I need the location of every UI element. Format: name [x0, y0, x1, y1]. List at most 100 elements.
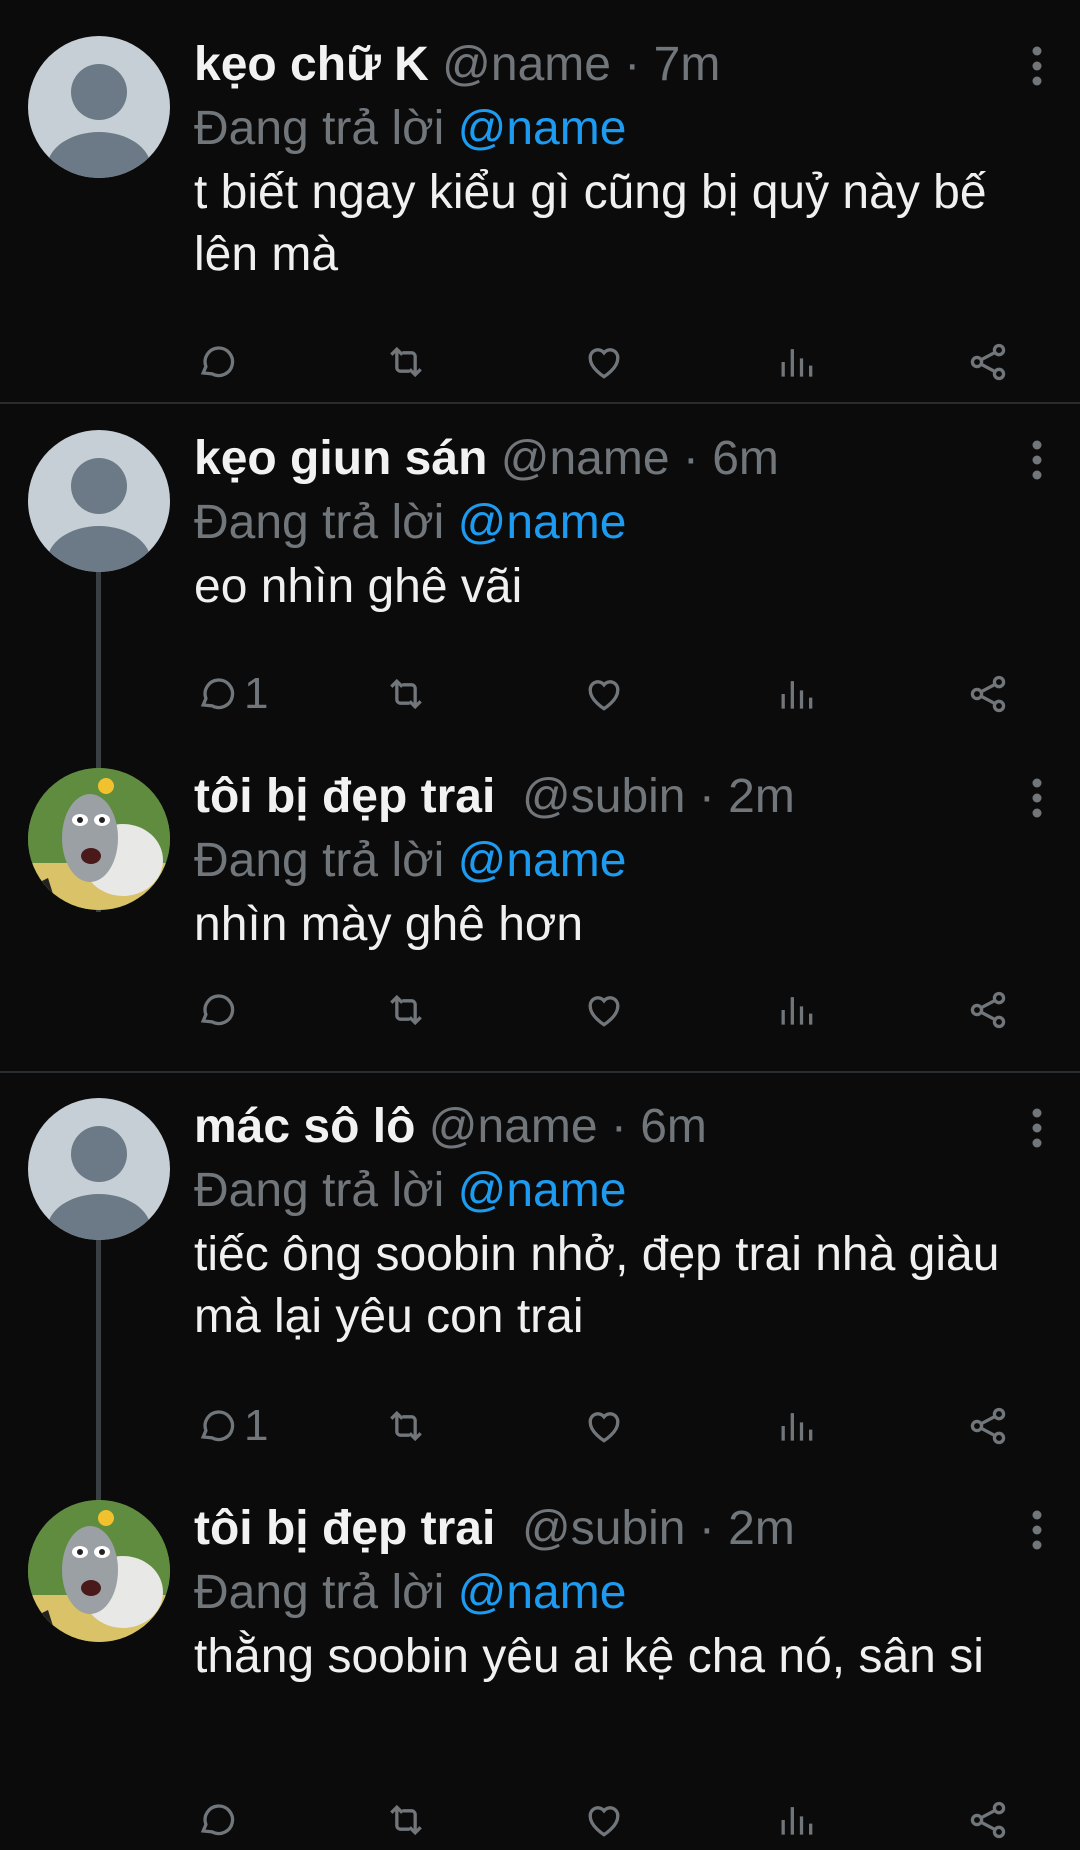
timestamp: 2m: [728, 1502, 795, 1555]
mention-link[interactable]: @name: [458, 102, 627, 155]
views-button[interactable]: [774, 664, 818, 724]
tweet-header: mác sô lô @name · 6m: [194, 1098, 707, 1156]
display-name[interactable]: kẹo giun sán: [194, 432, 487, 485]
reply-icon: [200, 1804, 235, 1836]
retweet-button[interactable]: [384, 332, 428, 392]
views-icon: [781, 997, 813, 1025]
more-icon[interactable]: [1030, 776, 1044, 825]
reply-count: 1: [244, 669, 269, 718]
share-button[interactable]: [966, 1396, 1010, 1456]
reply-button[interactable]: [194, 1790, 244, 1850]
views-button[interactable]: [774, 1396, 818, 1456]
tweet-header: kẹo giun sán @name · 6m: [194, 430, 779, 488]
heart-icon: [588, 680, 620, 711]
action-bar: [194, 332, 1014, 392]
retweet-button[interactable]: [384, 980, 428, 1040]
replying-to: Đang trả lời @name: [194, 832, 626, 890]
share-button[interactable]: [966, 980, 1010, 1040]
mention-link[interactable]: @name: [458, 1566, 627, 1619]
reply-icon: [200, 678, 235, 710]
retweet-icon: [390, 994, 422, 1026]
tweet-1[interactable]: kẹo chữ K @name · 7m Đang trả lời @name …: [0, 30, 1080, 400]
heart-icon: [588, 1806, 620, 1837]
like-button[interactable]: [582, 1790, 626, 1850]
reply-button[interactable]: 1: [194, 664, 268, 724]
replying-to: Đang trả lời @name: [194, 494, 626, 552]
reply-button[interactable]: [194, 332, 244, 392]
like-button[interactable]: [582, 1396, 626, 1456]
retweet-button[interactable]: [384, 1396, 428, 1456]
views-button[interactable]: [774, 332, 818, 392]
tweet-2[interactable]: kẹo giun sán @name · 6m Đang trả lời @na…: [0, 424, 1080, 912]
retweet-icon: [390, 346, 422, 378]
divider: [0, 1071, 1080, 1073]
share-icon: [970, 991, 1006, 1029]
reply-button[interactable]: [194, 980, 244, 1040]
replying-label: Đang trả lời: [194, 496, 445, 549]
avatar[interactable]: [28, 1500, 170, 1642]
avatar[interactable]: [28, 36, 170, 178]
replying-label: Đang trả lời: [194, 102, 445, 155]
replying-label: Đang trả lời: [194, 1566, 445, 1619]
tweet-4[interactable]: mác sô lô @name · 6m Đang trả lời @name …: [0, 1092, 1080, 1640]
mention-link[interactable]: @name: [458, 1164, 627, 1217]
retweet-button[interactable]: [384, 664, 428, 724]
views-button[interactable]: [774, 1790, 818, 1850]
display-name[interactable]: tôi bị đẹp trai: [194, 770, 495, 823]
heart-icon: [588, 348, 620, 379]
avatar[interactable]: [28, 1098, 170, 1240]
user-handle[interactable]: @name: [501, 432, 670, 485]
mention-link[interactable]: @name: [458, 834, 627, 887]
user-handle[interactable]: @name: [442, 38, 611, 91]
user-handle[interactable]: @subin: [522, 1502, 685, 1555]
share-button[interactable]: [966, 664, 1010, 724]
more-icon[interactable]: [1030, 1508, 1044, 1557]
more-icon[interactable]: [1030, 44, 1044, 93]
views-button[interactable]: [774, 980, 818, 1040]
tweet-5[interactable]: tôi bị đẹp trai @subin · 2m Đang trả lời…: [0, 1494, 1080, 1850]
divider: [0, 402, 1080, 404]
timestamp: 6m: [712, 432, 779, 485]
tweet-text: eo nhìn ghê vãi: [194, 560, 523, 613]
display-name[interactable]: tôi bị đẹp trai: [194, 1502, 495, 1555]
tweet-3[interactable]: tôi bị đẹp trai @subin · 2m Đang trả lời…: [0, 762, 1080, 1062]
like-button[interactable]: [582, 980, 626, 1040]
reply-button[interactable]: 1: [194, 1396, 268, 1456]
avatar[interactable]: [28, 430, 170, 572]
replying-to: Đang trả lời @name: [194, 1564, 626, 1622]
action-bar: [194, 1790, 1014, 1850]
heart-icon: [588, 1412, 620, 1443]
share-button[interactable]: [966, 1790, 1010, 1850]
heart-icon: [588, 996, 620, 1027]
share-icon: [970, 675, 1006, 713]
like-button[interactable]: [582, 332, 626, 392]
tweet-text: thằng soobin yêu ai kệ cha nó, sân si: [194, 1630, 984, 1683]
reply-count: 1: [244, 1401, 269, 1450]
retweet-button[interactable]: [384, 1790, 428, 1850]
user-handle[interactable]: @name: [429, 1100, 598, 1153]
user-handle[interactable]: @subin: [522, 770, 685, 823]
views-icon: [781, 681, 813, 709]
replying-label: Đang trả lời: [194, 834, 445, 887]
tweet-header: tôi bị đẹp trai @subin · 2m: [194, 768, 795, 826]
reply-icon: [200, 994, 235, 1026]
more-icon[interactable]: [1030, 1106, 1044, 1155]
separator: ·: [597, 1100, 641, 1153]
replying-to: Đang trả lời @name: [194, 1162, 626, 1220]
avatar[interactable]: [28, 768, 170, 910]
mention-link[interactable]: @name: [458, 496, 627, 549]
views-icon: [781, 349, 813, 377]
tweet-text: t biết ngay kiểu gì cũng bị quỷ này bế l…: [194, 166, 987, 281]
retweet-icon: [390, 1410, 422, 1442]
separator: ·: [685, 1502, 729, 1555]
more-icon[interactable]: [1030, 438, 1044, 487]
display-name[interactable]: kẹo chữ K: [194, 38, 429, 91]
tweet-header: kẹo chữ K @name · 7m: [194, 36, 720, 94]
like-button[interactable]: [582, 664, 626, 724]
share-icon: [970, 1801, 1006, 1839]
replying-label: Đang trả lời: [194, 1164, 445, 1217]
tweet-text: nhìn mày ghê hơn: [194, 898, 584, 951]
share-button[interactable]: [966, 332, 1010, 392]
share-icon: [970, 343, 1006, 381]
display-name[interactable]: mác sô lô: [194, 1100, 415, 1153]
